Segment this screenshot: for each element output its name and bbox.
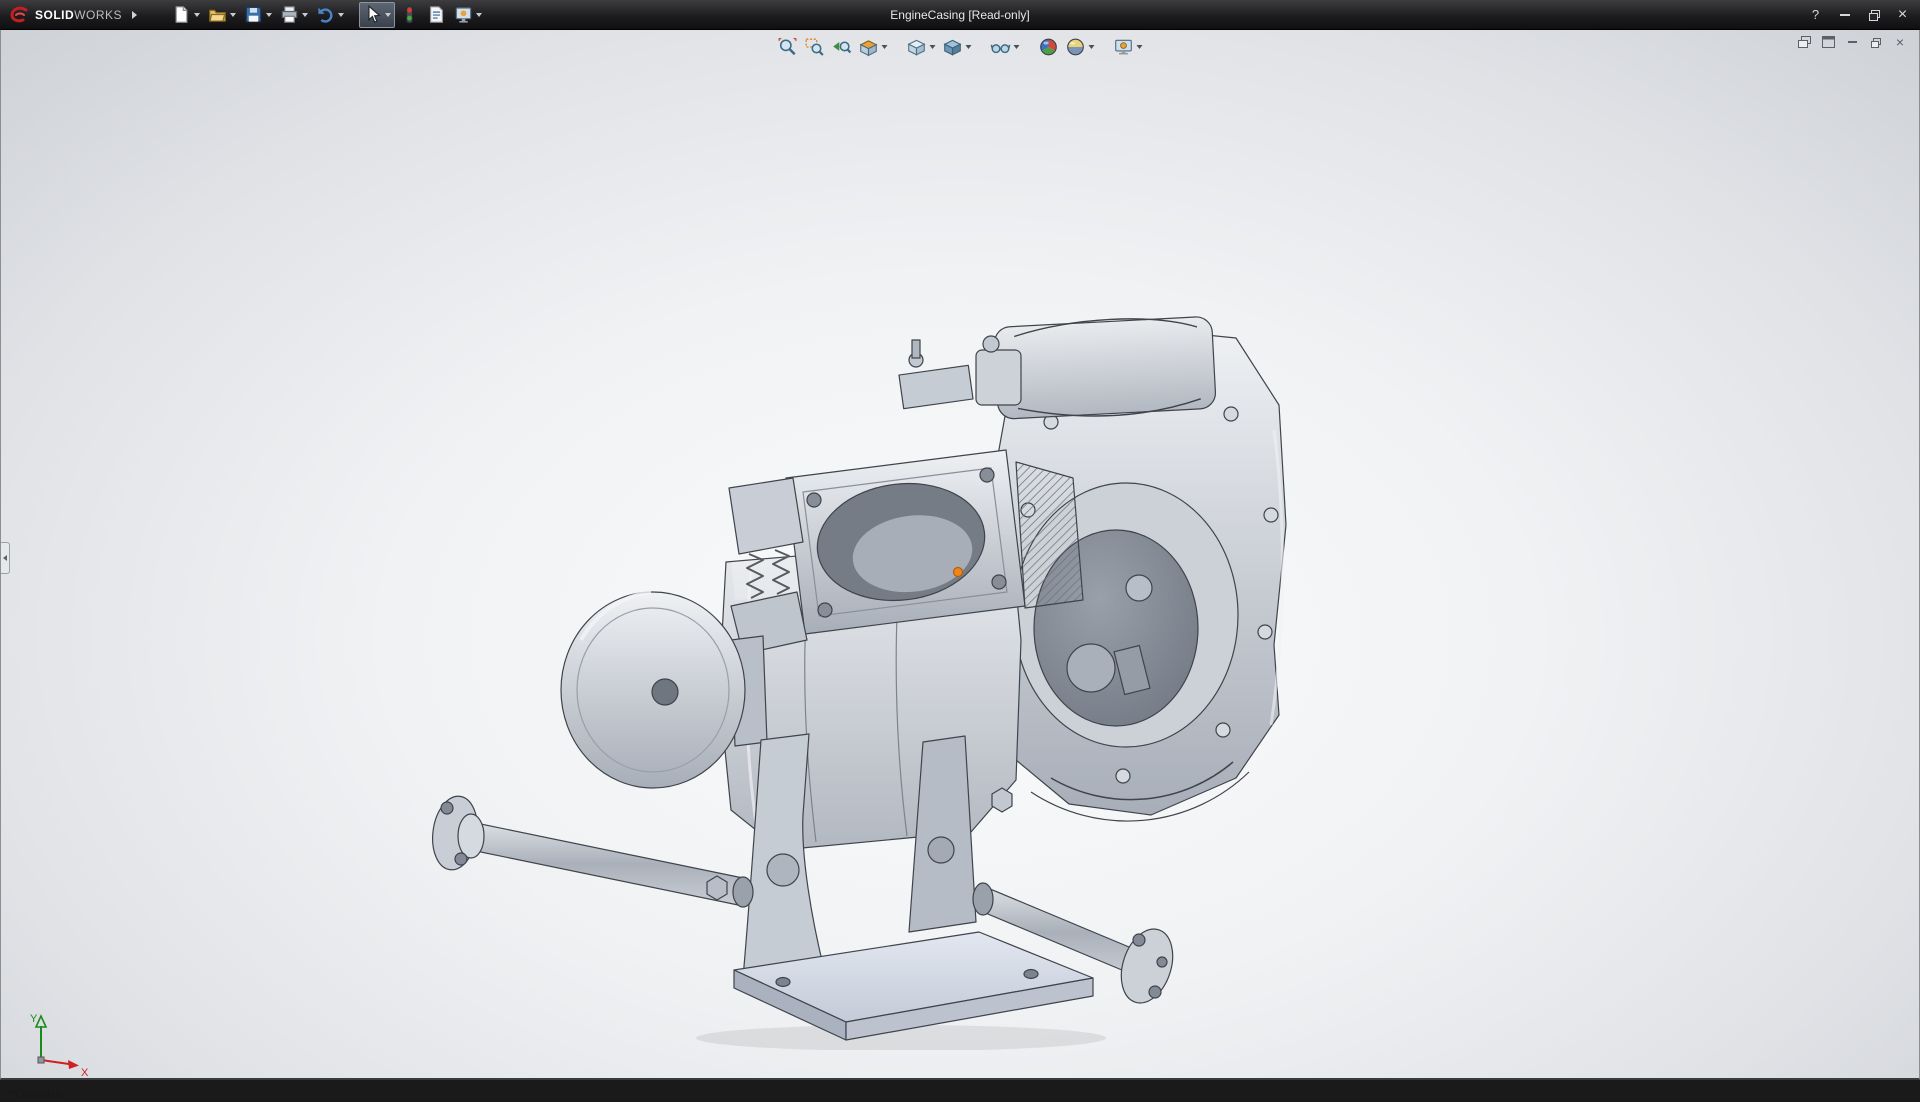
doc-window-button-b[interactable] [1819, 34, 1837, 50]
help-icon: ? [1812, 7, 1819, 22]
doc-window-icon-b [1822, 36, 1835, 48]
doc-window-icon-a [1798, 36, 1811, 48]
feature-manager-collapsed-tab[interactable] [1, 542, 10, 574]
solidworks-logo: SOLIDWORKS [0, 0, 130, 29]
save-button[interactable] [241, 3, 275, 27]
engine-casing-model[interactable] [431, 310, 1311, 1050]
restore-icon [1869, 10, 1879, 19]
options-button[interactable] [451, 3, 485, 27]
zoom-to-area-button[interactable] [803, 36, 827, 58]
zoom-to-fit-icon [778, 37, 798, 57]
chevron-left-icon [3, 555, 7, 561]
zoom-to-fit-button[interactable] [776, 36, 800, 58]
undo-button[interactable] [313, 3, 347, 27]
titlebar: SOLIDWORKS [0, 0, 1920, 30]
hide-show-items-icon [991, 37, 1011, 57]
previous-view-button[interactable] [830, 36, 854, 58]
apply-scene-button[interactable] [1064, 36, 1097, 58]
edit-appearance-button[interactable] [1037, 36, 1061, 58]
options-icon [454, 5, 473, 24]
section-view-icon [859, 37, 879, 57]
brand-name: SOLIDWORKS [35, 8, 122, 22]
main-toolbar [169, 2, 485, 28]
solidworks-swirl-icon [7, 6, 31, 24]
display-style-icon [943, 37, 963, 57]
restore-button[interactable] [1860, 5, 1887, 25]
open-icon [208, 5, 227, 24]
document-window-controls: × [1795, 34, 1909, 50]
display-style-button[interactable] [941, 36, 974, 58]
doc-close-icon: × [1896, 35, 1904, 49]
dropdown-arrow[interactable] [930, 45, 936, 49]
brand-solid: SOLID [35, 8, 74, 22]
dropdown-arrow[interactable] [302, 13, 308, 17]
window-controls: ? × [1802, 0, 1916, 29]
minimize-button[interactable] [1831, 5, 1858, 25]
new-document-button[interactable] [169, 3, 203, 27]
doc-restore-icon [1871, 38, 1881, 47]
dropdown-arrow[interactable] [194, 13, 200, 17]
doc-minimize-icon [1848, 41, 1857, 43]
dropdown-arrow[interactable] [966, 45, 972, 49]
dropdown-arrow[interactable] [1014, 45, 1020, 49]
viewport[interactable]: × [0, 30, 1920, 1080]
triad-y-label: Y [30, 1013, 38, 1025]
hide-show-items-button[interactable] [989, 36, 1022, 58]
edit-appearance-icon [1039, 37, 1059, 57]
section-view-button[interactable] [857, 36, 890, 58]
print-icon [280, 5, 299, 24]
print-button[interactable] [277, 3, 311, 27]
select-cursor-icon [363, 5, 382, 24]
dropdown-arrow[interactable] [882, 45, 888, 49]
new-document-icon [172, 5, 191, 24]
minimize-icon [1840, 14, 1850, 16]
doc-restore-button[interactable] [1867, 34, 1885, 50]
close-button[interactable]: × [1889, 5, 1916, 25]
close-icon: × [1898, 7, 1907, 23]
dropdown-arrow[interactable] [266, 13, 272, 17]
menu-expand-arrow[interactable] [132, 11, 137, 19]
view-orientation-icon [907, 37, 927, 57]
window-title: EngineCasing [Read-only] [890, 8, 1029, 22]
save-icon [244, 5, 263, 24]
zoom-to-area-icon [805, 37, 825, 57]
dropdown-arrow[interactable] [1089, 45, 1095, 49]
view-orientation-button[interactable] [905, 36, 938, 58]
doc-close-button[interactable]: × [1891, 34, 1909, 50]
dropdown-arrow[interactable] [230, 13, 236, 17]
view-settings-icon [1114, 37, 1134, 57]
reference-triad[interactable]: Y X [13, 1008, 97, 1090]
select-button[interactable] [359, 2, 395, 28]
help-button[interactable]: ? [1802, 5, 1829, 25]
view-settings-button[interactable] [1112, 36, 1145, 58]
open-button[interactable] [205, 3, 239, 27]
rebuild-icon [400, 5, 419, 24]
file-properties-button[interactable] [424, 3, 449, 27]
dropdown-arrow[interactable] [385, 13, 391, 17]
rebuild-button[interactable] [397, 3, 422, 27]
brand-works: WORKS [74, 8, 122, 22]
dropdown-arrow[interactable] [476, 13, 482, 17]
doc-minimize-button[interactable] [1843, 34, 1861, 50]
heads-up-toolbar [776, 36, 1145, 58]
solidworks-window: SOLIDWORKS [0, 0, 1920, 1080]
triad-x-label: X [81, 1067, 89, 1079]
doc-window-button-a[interactable] [1795, 34, 1813, 50]
undo-icon [316, 5, 335, 24]
previous-view-icon [832, 37, 852, 57]
dropdown-arrow[interactable] [1137, 45, 1143, 49]
apply-scene-icon [1066, 37, 1086, 57]
dropdown-arrow[interactable] [338, 13, 344, 17]
view-orientation-label: *Dimetric [9, 1086, 66, 1102]
file-properties-icon [427, 5, 446, 24]
